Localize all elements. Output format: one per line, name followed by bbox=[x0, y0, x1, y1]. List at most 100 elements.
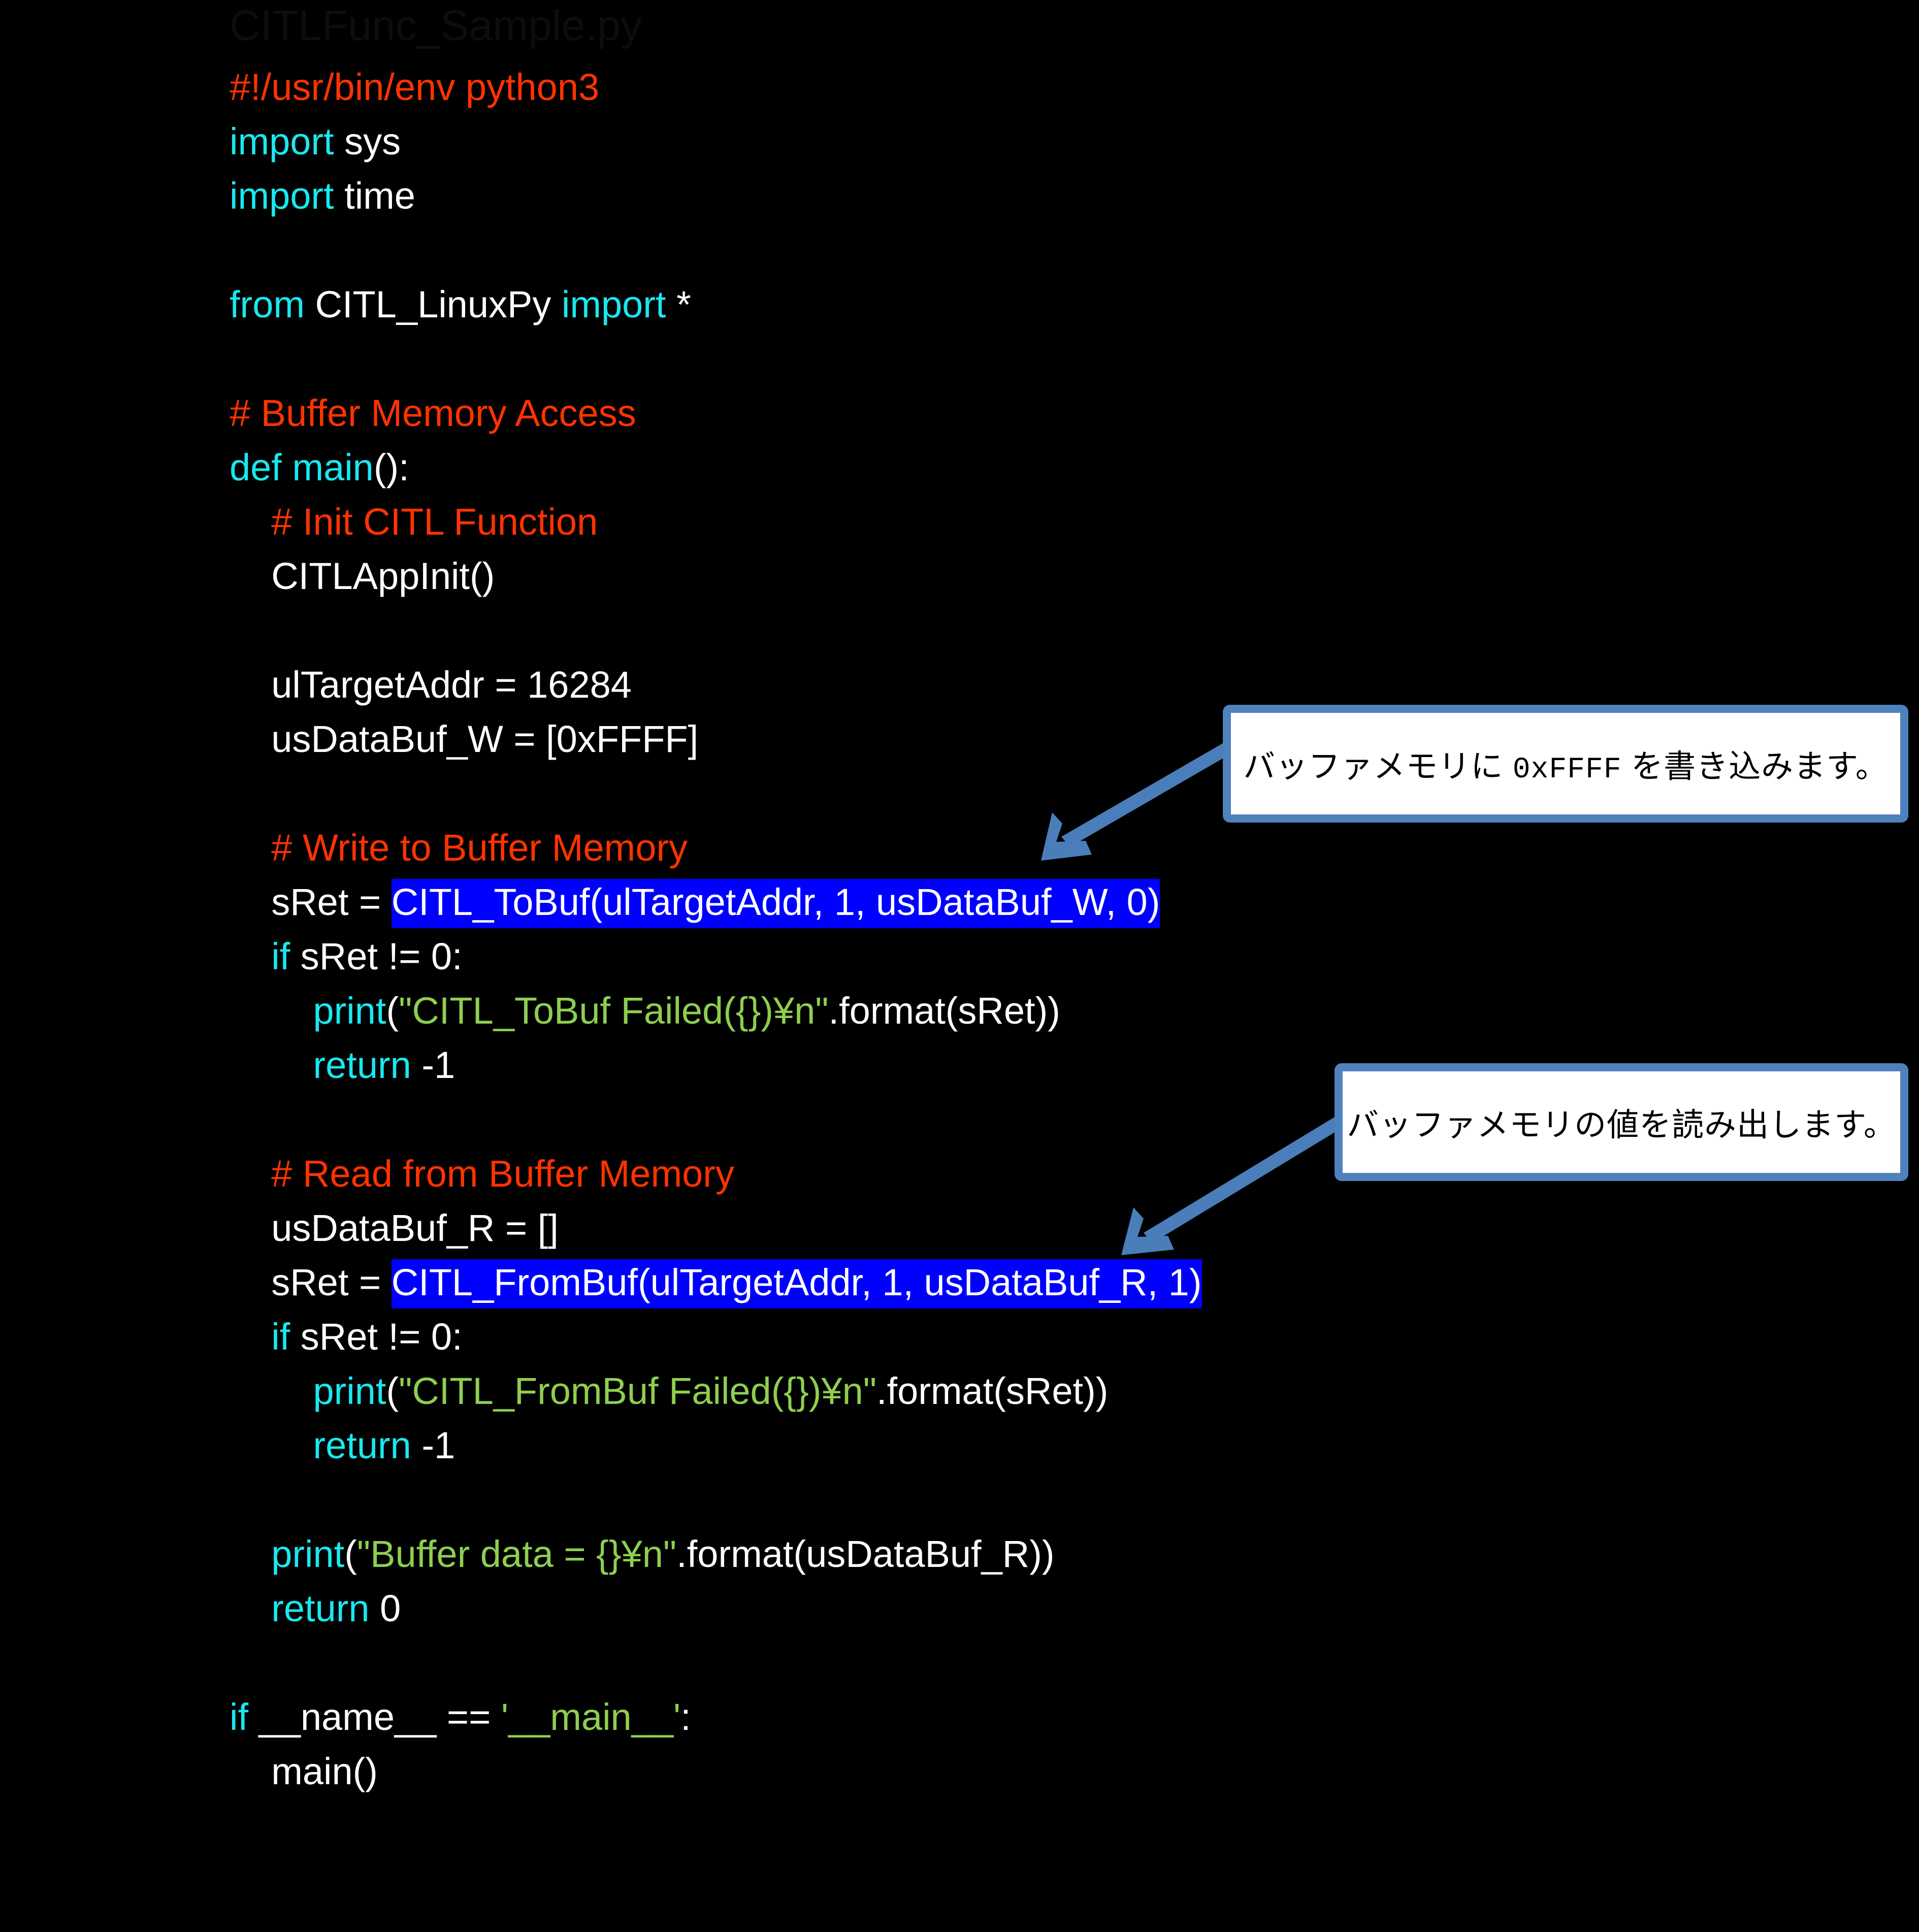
code-line: print("CITL_FromBuf Failed({})¥n".format… bbox=[230, 1364, 1601, 1418]
code-line: #!/usr/bin/env python3 bbox=[230, 60, 1601, 114]
code-line bbox=[230, 332, 1601, 386]
code-line: CITLAppInit() bbox=[230, 549, 1601, 603]
slide-canvas: CITLFunc_Sample.py #!/usr/bin/env python… bbox=[0, 0, 1919, 1932]
code-line: return -1 bbox=[230, 1418, 1601, 1472]
code-token: sys bbox=[334, 120, 401, 162]
code-token: "CITL_ToBuf Failed({})¥n" bbox=[399, 990, 829, 1032]
callout-write-suffix: を書き込みます。 bbox=[1621, 748, 1888, 784]
code-line bbox=[230, 603, 1601, 658]
code-line: sRet = CITL_FromBuf(ulTargetAddr, 1, usD… bbox=[230, 1255, 1601, 1309]
code-token: import bbox=[230, 120, 334, 162]
code-line: return 0 bbox=[230, 1581, 1601, 1635]
code-line: print("Buffer data = {}¥n".format(usData… bbox=[230, 1527, 1601, 1581]
code-token-selected[interactable]: CITL_ToBuf(ulTargetAddr, 1, usDataBuf_W,… bbox=[391, 879, 1160, 928]
code-line: # Init CITL Function bbox=[230, 495, 1601, 549]
code-line: print("CITL_ToBuf Failed({})¥n".format(s… bbox=[230, 984, 1601, 1038]
code-token: ( bbox=[344, 1533, 357, 1575]
code-token: return bbox=[313, 1424, 411, 1466]
callout-write-prefix: バッファメモリに bbox=[1243, 748, 1513, 784]
code-line: if __name__ == '__main__': bbox=[230, 1690, 1601, 1744]
code-line: main() bbox=[230, 1744, 1601, 1798]
code-token: .format(usDataBuf_R)) bbox=[676, 1533, 1055, 1575]
code-token: if bbox=[271, 935, 290, 977]
code-token: "Buffer data = {}¥n" bbox=[356, 1533, 677, 1575]
callout-write-value: 0xFFFF bbox=[1512, 753, 1622, 787]
code-token: sRet != 0: bbox=[290, 935, 463, 977]
code-token: sRet = bbox=[230, 881, 392, 923]
code-token: if bbox=[230, 1696, 248, 1738]
callout-read-text: バッファメモリの値を読み出します。 bbox=[1347, 1099, 1896, 1145]
code-token: import bbox=[230, 175, 334, 217]
code-token: print bbox=[313, 1370, 386, 1412]
callout-read-prefix: バッファメモリの値を読み出します。 bbox=[1347, 1107, 1896, 1143]
code-token: # Buffer Memory Access bbox=[230, 392, 636, 434]
code-token: (): bbox=[373, 446, 409, 488]
code-token: print bbox=[271, 1533, 345, 1575]
code-token: # Read from Buffer Memory bbox=[271, 1153, 734, 1195]
code-token: * bbox=[666, 283, 691, 325]
code-line: sRet = CITL_ToBuf(ulTargetAddr, 1, usDat… bbox=[230, 875, 1601, 929]
annotation-callout-read: バッファメモリの値を読み出します。 bbox=[1335, 1063, 1908, 1181]
code-line: # Write to Buffer Memory bbox=[230, 821, 1601, 875]
code-line: ulTargetAddr = 16284 bbox=[230, 658, 1601, 712]
code-token: print bbox=[313, 990, 386, 1032]
code-token: __name__ == bbox=[248, 1696, 501, 1738]
code-line: from CITL_LinuxPy import * bbox=[230, 277, 1601, 332]
code-token: CITL_LinuxPy bbox=[305, 283, 562, 325]
code-token: # Init CITL Function bbox=[271, 501, 598, 543]
code-line: usDataBuf_R = [] bbox=[230, 1201, 1601, 1255]
code-token: time bbox=[334, 175, 415, 217]
callout-write-text: バッファメモリに 0xFFFF を書き込みます。 bbox=[1243, 741, 1888, 787]
code-line bbox=[230, 1635, 1601, 1690]
code-line: if sRet != 0: bbox=[230, 929, 1601, 984]
code-token: : bbox=[680, 1696, 691, 1738]
code-line: # Buffer Memory Access bbox=[230, 386, 1601, 440]
page-title: CITLFunc_Sample.py bbox=[230, 2, 642, 49]
code-token: # Write to Buffer Memory bbox=[271, 827, 688, 869]
code-token: sRet = bbox=[230, 1261, 392, 1303]
code-listing: #!/usr/bin/env python3 import sys import t… bbox=[230, 60, 1601, 1798]
code-token: main() bbox=[230, 1750, 378, 1792]
code-token: sRet != 0: bbox=[290, 1316, 463, 1358]
code-token: #!/usr/bin/env python3 bbox=[230, 66, 600, 108]
code-line: import time bbox=[230, 169, 1601, 223]
annotation-callout-write: バッファメモリに 0xFFFF を書き込みます。 bbox=[1223, 705, 1908, 823]
code-line: if sRet != 0: bbox=[230, 1309, 1601, 1364]
code-token: return bbox=[271, 1587, 370, 1629]
code-token: CITLAppInit() bbox=[230, 555, 495, 597]
code-token: .format(sRet)) bbox=[876, 1370, 1109, 1412]
code-line bbox=[230, 223, 1601, 277]
code-token: ( bbox=[386, 1370, 399, 1412]
code-token: ulTargetAddr = 16284 bbox=[230, 664, 632, 706]
code-token: usDataBuf_W = [0xFFFF] bbox=[230, 718, 699, 760]
code-line: import sys bbox=[230, 114, 1601, 169]
code-token: return bbox=[313, 1044, 411, 1086]
code-token-selected[interactable]: CITL_FromBuf(ulTargetAddr, 1, usDataBuf_… bbox=[391, 1259, 1202, 1308]
code-token: .format(sRet)) bbox=[828, 990, 1060, 1032]
code-token: -1 bbox=[411, 1044, 456, 1086]
code-token: ( bbox=[386, 990, 399, 1032]
code-token: "CITL_FromBuf Failed({})¥n" bbox=[399, 1370, 876, 1412]
code-line bbox=[230, 1472, 1601, 1527]
code-token: from bbox=[230, 283, 305, 325]
code-token: if bbox=[271, 1316, 290, 1358]
code-token: usDataBuf_R = [] bbox=[230, 1207, 559, 1249]
